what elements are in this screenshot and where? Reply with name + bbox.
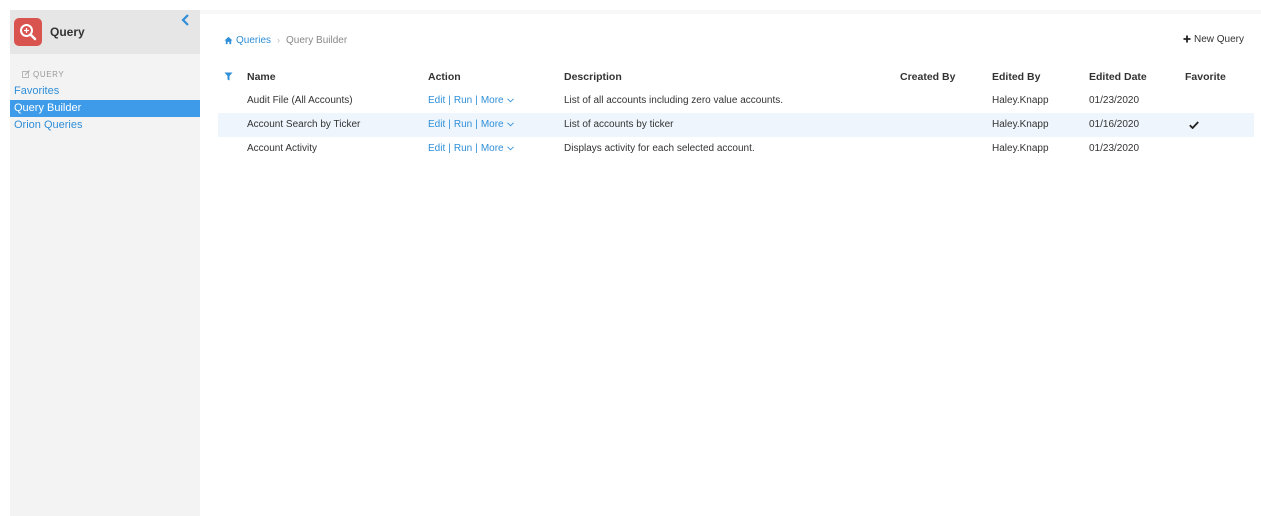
row-name: Audit File (All Accounts) [247, 95, 353, 106]
row-edited-date: 01/23/2020 [1089, 143, 1140, 154]
column-header-action: Action [428, 71, 461, 83]
column-header-favorite[interactable]: Favorite [1185, 65, 1226, 89]
more-label: More [480, 95, 504, 106]
table-header-row: Name Action Description Created By Edite… [218, 65, 1254, 89]
sidebar-nav: Favorites Query Builder Orion Queries [10, 83, 200, 134]
more-dropdown[interactable]: More [481, 119, 514, 130]
row-name: Account Search by Ticker [247, 119, 361, 130]
app-window: Query QUERY Favorites Query Builder Orio… [0, 0, 1261, 516]
column-header-created-by[interactable]: Created By [900, 65, 955, 89]
column-header-edited-by[interactable]: Edited By [992, 65, 1040, 89]
app-title: Query [50, 25, 85, 39]
action-separator: | [448, 143, 451, 154]
row-description: List of all accounts including zero valu… [564, 95, 784, 106]
chevron-left-icon[interactable] [180, 13, 192, 27]
table-row[interactable]: Account Search by Ticker Edit | Run | More L… [218, 113, 1254, 137]
row-edited-date: 01/23/2020 [1089, 95, 1140, 106]
query-logo-icon [14, 18, 42, 46]
plus-icon [1183, 35, 1191, 43]
row-edited-date: 01/16/2020 [1089, 119, 1140, 130]
more-dropdown[interactable]: More [481, 95, 514, 106]
sidebar-section-text: QUERY [33, 69, 65, 79]
sidebar: Query QUERY Favorites Query Builder Orio… [10, 10, 200, 516]
row-actions: Edit | Run | More [428, 89, 514, 113]
top-bar [200, 10, 1261, 14]
row-edited-by: Haley.Knapp [992, 95, 1049, 106]
run-link[interactable]: Run [454, 143, 472, 154]
column-header-edited-date[interactable]: Edited Date [1089, 65, 1147, 89]
chevron-down-icon [506, 98, 514, 103]
sidebar-section-label: QUERY [10, 68, 200, 80]
chevron-down-icon [506, 146, 514, 151]
row-description: Displays activity for each selected acco… [564, 143, 755, 154]
breadcrumb-current: Query Builder [286, 34, 348, 46]
action-separator: | [475, 95, 478, 106]
action-separator: | [448, 119, 451, 130]
action-separator: | [475, 119, 478, 130]
row-description: List of accounts by ticker [564, 119, 674, 130]
row-edited-by: Haley.Knapp [992, 143, 1049, 154]
table-row[interactable]: Account Activity Edit | Run | More Displays … [218, 137, 1254, 161]
column-header-description[interactable]: Description [564, 65, 622, 89]
edit-icon [22, 70, 30, 78]
new-query-button[interactable]: New Query [1183, 33, 1244, 45]
filter-icon[interactable] [224, 72, 233, 81]
sidebar-item-query-builder[interactable]: Query Builder [10, 100, 200, 117]
chevron-down-icon [506, 122, 514, 127]
more-label: More [480, 143, 504, 154]
breadcrumb-queries-link[interactable]: Queries [236, 35, 271, 46]
app-header: Query [10, 10, 200, 54]
home-icon[interactable] [224, 36, 233, 45]
sidebar-item-favorites[interactable]: Favorites [10, 83, 200, 100]
row-name: Account Activity [247, 143, 318, 154]
more-dropdown[interactable]: More [481, 143, 514, 154]
action-separator: | [448, 95, 451, 106]
breadcrumb: Queries › Query Builder [224, 34, 347, 46]
row-actions: Edit | Run | More [428, 113, 514, 137]
row-edited-by: Haley.Knapp [992, 119, 1049, 130]
breadcrumb-separator: › [277, 35, 281, 45]
run-link[interactable]: Run [454, 95, 472, 106]
check-icon[interactable] [1189, 121, 1199, 129]
table-row[interactable]: Audit File (All Accounts) Edit | Run | More … [218, 89, 1254, 113]
action-separator: | [475, 143, 478, 154]
edit-link[interactable]: Edit [428, 143, 445, 154]
more-label: More [480, 119, 504, 130]
run-link[interactable]: Run [454, 119, 472, 130]
new-query-label: New Query [1193, 33, 1244, 45]
row-actions: Edit | Run | More [428, 137, 514, 161]
edit-link[interactable]: Edit [428, 95, 445, 106]
column-header-name[interactable]: Name [247, 65, 276, 89]
sidebar-item-orion-queries[interactable]: Orion Queries [10, 117, 200, 134]
main-content: Queries › Query Builder New Query Name A… [200, 10, 1261, 516]
edit-link[interactable]: Edit [428, 119, 445, 130]
queries-table: Name Action Description Created By Edite… [218, 65, 1254, 161]
